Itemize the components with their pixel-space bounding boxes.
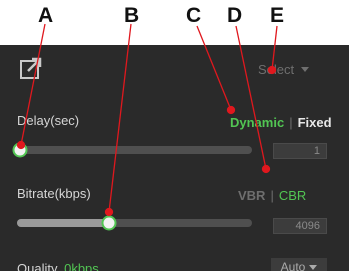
delay-mode-fixed[interactable]: Fixed — [298, 115, 332, 130]
bitrate-mode-cbr[interactable]: CBR — [279, 188, 306, 203]
callout-d: D — [227, 4, 243, 27]
callout-a: A — [38, 4, 54, 27]
share-icon[interactable] — [19, 55, 45, 81]
callout-b: B — [124, 4, 140, 27]
callout-e: E — [270, 4, 285, 27]
callout-c: C — [186, 4, 202, 27]
bitrate-mode-toggle[interactable]: VBR | CBR — [238, 188, 306, 203]
mode-separator: | — [289, 115, 293, 130]
bitrate-slider-fill — [17, 219, 109, 227]
bitrate-slider[interactable] — [17, 215, 252, 231]
bitrate-value-input[interactable]: 4096 — [273, 218, 327, 234]
quality-label: Quality 0kbps — [17, 261, 99, 271]
settings-panel: Select Delay(sec) Dynamic | Fixed 1 Bitr… — [0, 45, 349, 271]
chevron-down-icon — [301, 67, 310, 72]
bitrate-label: Bitrate(kbps) — [17, 186, 91, 201]
quality-select-value: Auto — [280, 260, 306, 271]
delay-slider-thumb[interactable] — [12, 142, 28, 158]
bitrate-slider-thumb[interactable] — [101, 215, 117, 231]
quality-label-text: Quality — [17, 261, 58, 271]
delay-slider[interactable] — [12, 142, 252, 158]
quality-select[interactable]: Auto — [271, 258, 327, 271]
chevron-down-icon — [309, 264, 318, 270]
delay-label: Delay(sec) — [17, 113, 80, 128]
quality-bitrate-readout: 0kbps — [64, 261, 99, 271]
delay-mode-dynamic[interactable]: Dynamic — [230, 115, 284, 130]
stream-select[interactable]: Select — [258, 62, 310, 77]
select-label: Select — [258, 62, 295, 77]
mode-separator: | — [270, 188, 274, 203]
delay-mode-toggle[interactable]: Dynamic | Fixed — [230, 115, 332, 130]
delay-value-input[interactable]: 1 — [273, 143, 327, 159]
bitrate-mode-vbr[interactable]: VBR — [238, 188, 265, 203]
